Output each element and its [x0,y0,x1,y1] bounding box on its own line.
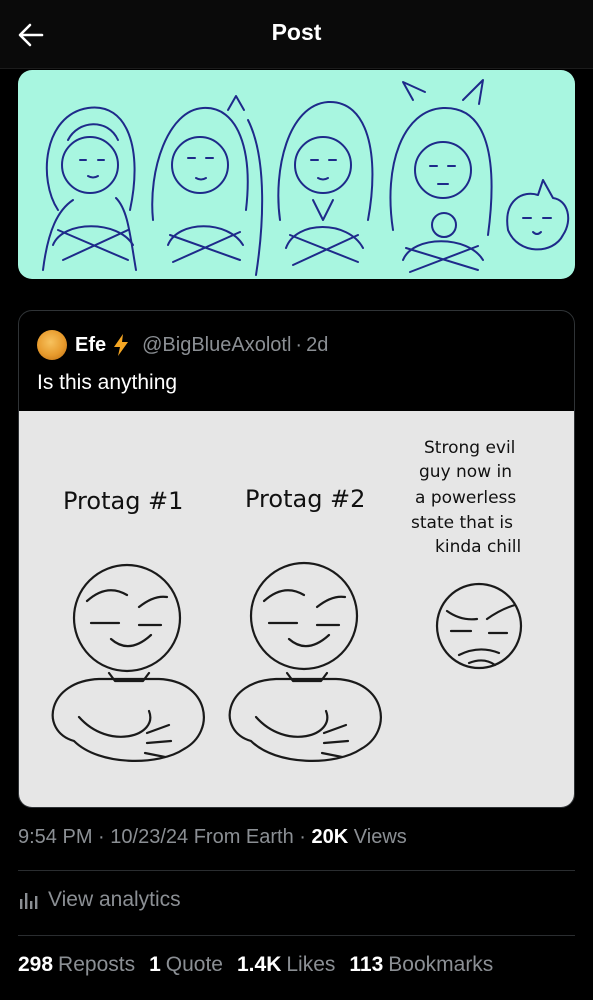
evil-label-line5: kinda chill [435,537,521,557]
bookmarks-label: Bookmarks [388,953,494,976]
separator-dot: · [98,826,105,848]
author-name[interactable]: Efe [75,334,106,357]
likes-label: Likes [286,953,336,976]
engagement-stats: 298 Reposts 1 Quote 1.4K Likes 113 Bookmarks [18,953,507,977]
quoted-post-text: Is this anything [37,371,178,394]
quoted-post-card[interactable]: Efe @BigBlueAxolotl · 2d Is this anythin… [18,310,575,808]
reposts-stat[interactable]: 298 Reposts [18,953,135,977]
avatar[interactable] [37,330,67,360]
likes-count: 1.4K [237,953,282,976]
post-image[interactable] [18,70,575,279]
page-title: Post [271,19,322,45]
lightning-bolt-icon [112,333,130,357]
views-label: Views [353,826,407,848]
quotes-count: 1 [149,953,161,976]
post-meta: 9:54 PM · 10/23/24 From Earth · 20K View… [18,826,407,849]
reposts-count: 298 [18,953,54,976]
quotes-stat[interactable]: 1 Quote [149,953,223,977]
view-analytics-button[interactable]: View analytics [18,888,181,912]
divider [18,870,575,871]
top-bar: Post [0,0,593,69]
evil-label-line1: Strong evil [424,438,515,458]
view-analytics-label: View analytics [48,888,181,911]
quoted-post-image[interactable]: Protag #1 Protag #2 Strong evil guy now … [19,411,574,807]
divider [18,935,575,936]
reposts-label: Reposts [58,953,136,976]
bookmarks-count: 113 [349,953,384,976]
separator-dot: · [299,826,306,848]
bookmarks-stat[interactable]: 113 Bookmarks [349,953,493,977]
post-age: 2d [306,333,329,356]
protag-sketch-drawing: Protag #1 Protag #2 Strong evil guy now … [51,438,523,762]
bar-chart-icon [20,893,38,909]
views-count: 20K [311,826,349,848]
character-lineup-drawing [42,79,570,276]
post-source: From Earth [193,826,294,848]
evil-label-line2: guy now in [419,462,512,482]
protag1-label: Protag #1 [63,487,183,515]
quotes-label: Quote [165,953,223,976]
quoted-post-header: Efe @BigBlueAxolotl · 2d [37,330,329,360]
post-date: 10/23/24 [110,826,189,848]
likes-stat[interactable]: 1.4K Likes [237,953,335,977]
evil-label-line3: a powerless [415,488,516,508]
post-time: 9:54 PM [18,826,93,848]
evil-label-line4: state that is [411,513,513,533]
author-handle[interactable]: @BigBlueAxolotl [142,334,291,357]
separator-dot: · [295,333,303,356]
protag2-label: Protag #2 [245,485,365,513]
